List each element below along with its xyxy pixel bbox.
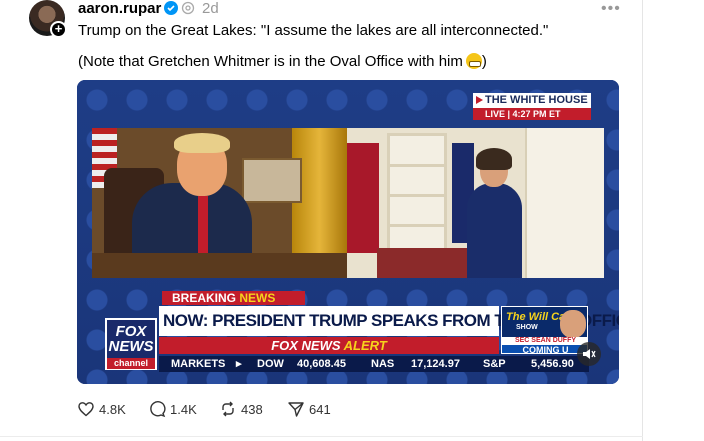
video-player[interactable]: THE WHITE HOUSE LIVE | 4:27 PM ET BREAKI… bbox=[77, 80, 619, 384]
username[interactable]: aaron.rupar bbox=[78, 0, 161, 17]
badge-live: LIVE | 4:27 PM ET bbox=[473, 108, 591, 120]
like-count: 4.8K bbox=[99, 401, 126, 417]
breaking-word: BREAKING bbox=[172, 291, 240, 305]
logo-channel: channel bbox=[107, 358, 155, 369]
comment-icon bbox=[150, 401, 166, 418]
badge-title: THE WHITE HOUSE bbox=[473, 93, 591, 108]
ticker-arrow-icon: ▸ bbox=[236, 358, 242, 370]
grimacing-emoji-icon bbox=[465, 53, 482, 69]
news-word: NEWS bbox=[239, 291, 276, 305]
market-ticker: MARKETS ▸ DOW 40,608.45 NAS 17,124.97 S&… bbox=[159, 356, 589, 372]
white-house-badge: THE WHITE HOUSE LIVE | 4:27 PM ET bbox=[473, 93, 591, 120]
breaking-news-label: BREAKING NEWS bbox=[162, 291, 305, 305]
post-time[interactable]: 2d bbox=[202, 0, 219, 17]
post-text-line2-end: ) bbox=[481, 53, 487, 70]
fox-news-logo: FOX NEWS channel bbox=[105, 318, 157, 370]
heart-icon bbox=[78, 402, 94, 417]
ticker-markets: MARKETS bbox=[171, 358, 226, 370]
logo-news: NEWS bbox=[108, 338, 154, 355]
show-guest: SEC SEAN DUFFY bbox=[502, 337, 587, 345]
post-text-line2-main: (Note that Gretchen Whitmer is in the Ov… bbox=[78, 53, 463, 70]
verified-icon bbox=[164, 1, 178, 15]
comment-button[interactable]: 1.4K bbox=[148, 400, 197, 418]
alert-word: ALERT bbox=[343, 338, 387, 353]
ticker-dow-value: 40,608.45 bbox=[297, 358, 346, 370]
share-button[interactable]: 641 bbox=[287, 400, 331, 418]
show-host-photo bbox=[560, 310, 586, 338]
ticker-dow-label: DOW bbox=[257, 358, 284, 370]
repost-button[interactable]: 438 bbox=[219, 400, 263, 418]
share-icon bbox=[288, 402, 304, 417]
post-text-line2: (Note that Gretchen Whitmer is in the Ov… bbox=[78, 53, 487, 70]
video-scene-left bbox=[92, 128, 347, 278]
post-text-line1: Trump on the Great Lakes: "I assume the … bbox=[78, 22, 549, 39]
show-promo: The Will Cain SHOW SEC SEAN DUFFY COMING… bbox=[501, 306, 588, 354]
thread-post: + aaron.rupar 2d ••• Trump on the Great … bbox=[0, 0, 643, 441]
show-subtitle: SHOW bbox=[516, 324, 538, 331]
show-coming: COMING U bbox=[502, 345, 587, 353]
ticker-sp-label: S&P bbox=[483, 358, 506, 370]
fox-news-alert: FOX NEWS ALERT bbox=[159, 337, 499, 354]
ticker-nas-value: 17,124.97 bbox=[411, 358, 460, 370]
video-scene-right bbox=[347, 128, 604, 278]
alert-brand: FOX NEWS bbox=[271, 338, 344, 353]
ticker-sp-value: 5,456.90 bbox=[531, 358, 574, 370]
repost-count: 438 bbox=[241, 401, 263, 417]
like-button[interactable]: 4.8K bbox=[77, 400, 126, 418]
plus-icon[interactable]: + bbox=[50, 21, 67, 38]
mute-icon[interactable] bbox=[577, 342, 601, 366]
headline-chyron: NOW: PRESIDENT TRUMP SPEAKS FROM THE OVA… bbox=[159, 306, 619, 336]
divider bbox=[0, 436, 643, 437]
ticker-nas-label: NAS bbox=[371, 358, 395, 370]
thread-icon bbox=[181, 1, 195, 15]
repost-icon bbox=[222, 401, 234, 417]
share-count: 641 bbox=[309, 401, 331, 417]
more-icon[interactable]: ••• bbox=[601, 0, 621, 18]
comment-count: 1.4K bbox=[170, 401, 197, 417]
